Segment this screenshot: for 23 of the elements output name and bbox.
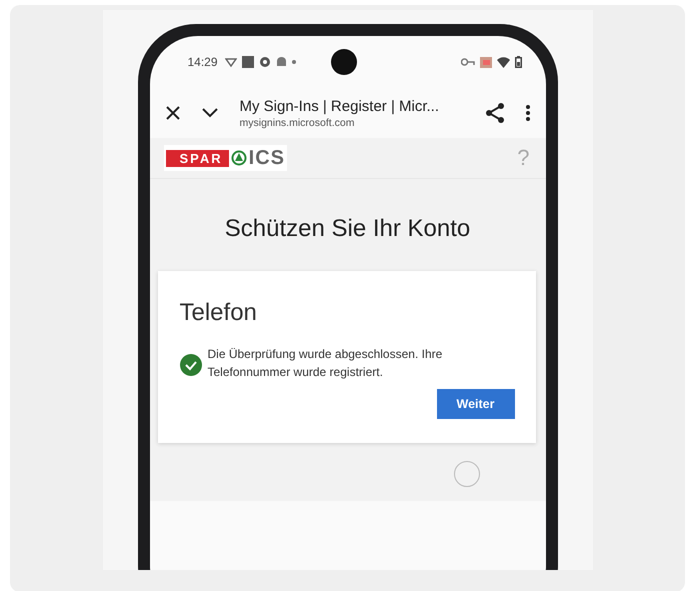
camera-hole	[330, 49, 357, 75]
share-icon[interactable]	[486, 103, 504, 123]
notification-icon	[224, 56, 237, 68]
square-icon	[242, 56, 254, 68]
next-button[interactable]: Weiter	[436, 389, 514, 419]
loading-circle	[454, 461, 480, 487]
battery-icon	[514, 56, 522, 68]
success-check-icon	[180, 354, 202, 376]
key-icon	[460, 58, 474, 66]
dot-icon	[292, 60, 296, 64]
card-title: Telefon	[180, 299, 258, 327]
status-time: 14:29	[188, 55, 218, 69]
wifi-icon	[496, 56, 510, 68]
company-logo: SPAR ICS	[164, 145, 287, 171]
more-menu-icon[interactable]	[526, 105, 530, 121]
page-heading: Schützen Sie Ihr Konto	[224, 215, 472, 243]
success-message: Die Überprüfung wurde abgeschlossen. Ihre Telefonnummer wurde registriert.	[208, 346, 444, 381]
chevron-down-icon[interactable]	[202, 108, 218, 118]
circle-icon	[258, 56, 271, 68]
close-icon[interactable]	[166, 106, 180, 120]
cast-icon	[480, 56, 492, 68]
page-url: mysignins.microsoft.com	[240, 116, 356, 128]
page-title: My Sign-Ins | Register | Micr...	[240, 98, 440, 114]
